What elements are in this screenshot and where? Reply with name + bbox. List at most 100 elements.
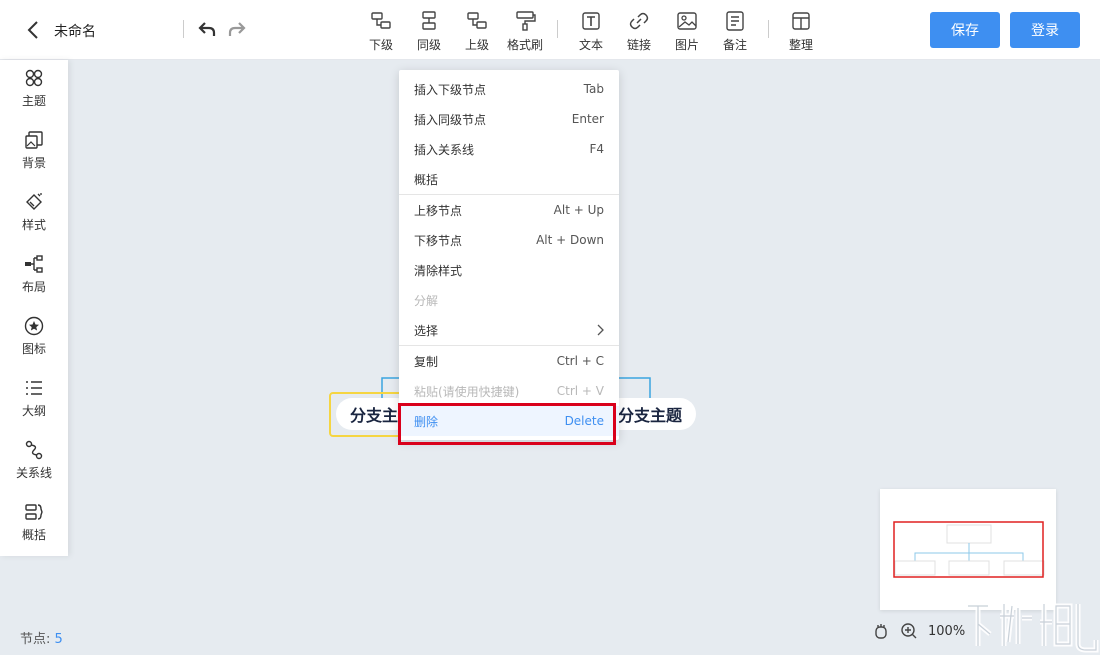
tool-label: 上级 xyxy=(464,38,489,52)
format-brush-icon xyxy=(516,11,536,31)
menu-paste: 粘贴(请使用快捷键) Ctrl + V xyxy=(399,376,619,406)
toolbar-divider xyxy=(768,20,769,38)
tool-text[interactable]: 文本 xyxy=(567,10,615,54)
redo-button[interactable] xyxy=(226,18,248,40)
menu-shortcut: Enter xyxy=(571,112,604,126)
background-icon xyxy=(25,131,43,149)
sidebar-item-theme[interactable]: 主题 xyxy=(0,68,68,124)
theme-icon xyxy=(25,69,43,87)
login-button[interactable]: 登录 xyxy=(1010,12,1080,48)
zoom-in-icon[interactable] xyxy=(900,622,918,640)
menu-insert-child[interactable]: 插入下级节点 Tab xyxy=(399,74,619,104)
toolbar-divider xyxy=(183,20,184,38)
tool-label: 链接 xyxy=(626,38,651,52)
star-icon xyxy=(24,316,44,336)
menu-move-down[interactable]: 下移节点 Alt + Down xyxy=(399,225,619,255)
menu-shortcut: Tab xyxy=(583,82,604,96)
menu-shortcut: Alt + Down xyxy=(536,233,604,247)
chevron-right-icon xyxy=(597,324,604,336)
sidebar-item-outline[interactable]: 大纲 xyxy=(0,378,68,434)
menu-shortcut: F4 xyxy=(589,142,604,156)
context-menu: 插入下级节点 Tab 插入同级节点 Enter 插入关系线 F4 概括 上移节点 Alt… xyxy=(399,70,619,440)
menu-item-label: 下移节点 xyxy=(414,233,463,248)
annotation-highlight-box xyxy=(398,403,616,445)
sidebar-item-label: 布局 xyxy=(21,280,46,294)
tool-insert-sibling[interactable]: 同级 xyxy=(405,10,453,54)
tool-format-brush[interactable]: 格式刷 xyxy=(501,10,549,54)
sidebar-item-label: 主题 xyxy=(21,94,46,108)
sidebar-item-icon[interactable]: 图标 xyxy=(0,316,68,372)
style-icon xyxy=(26,193,42,210)
relation-line-icon xyxy=(25,440,43,460)
sidebar-item-style[interactable]: 样式 xyxy=(0,192,68,248)
menu-insert-sibling[interactable]: 插入同级节点 Enter xyxy=(399,104,619,134)
menu-move-up[interactable]: 上移节点 Alt + Up xyxy=(399,195,619,225)
zoom-controls: 100% xyxy=(872,620,965,642)
menu-clear-style[interactable]: 清除样式 xyxy=(399,255,619,285)
menu-item-label: 分解 xyxy=(414,293,439,308)
toolbar-divider xyxy=(557,20,558,38)
insert-child-icon xyxy=(371,12,391,29)
node-count-value: 5 xyxy=(54,632,63,647)
sidebar-item-layout[interactable]: 布局 xyxy=(0,254,68,310)
layout-icon xyxy=(25,255,43,273)
tool-image[interactable]: 图片 xyxy=(663,10,711,54)
undo-icon xyxy=(198,22,216,36)
sidebar-item-label: 背景 xyxy=(21,156,46,170)
hand-pan-icon[interactable] xyxy=(872,622,890,640)
undo-button[interactable] xyxy=(196,18,218,40)
tool-label: 下级 xyxy=(368,38,393,52)
link-icon xyxy=(629,12,649,30)
tool-note[interactable]: 备注 xyxy=(711,10,759,54)
redo-icon xyxy=(228,22,246,36)
tool-label: 文本 xyxy=(578,38,603,52)
left-sidebar: 主题 背景 样式 布局 图标 大纲 关系线 概括 xyxy=(0,60,68,556)
menu-shortcut: Ctrl + V xyxy=(556,384,604,398)
tool-arrange[interactable]: 整理 xyxy=(777,10,825,54)
tool-label: 图片 xyxy=(674,38,699,52)
menu-shortcut: Ctrl + C xyxy=(556,354,604,368)
tool-label: 备注 xyxy=(722,38,747,52)
tool-label: 格式刷 xyxy=(506,38,543,52)
menu-item-label: 插入同级节点 xyxy=(414,112,487,127)
menu-item-label: 概括 xyxy=(414,172,439,187)
top-toolbar: 未命名 下级 同级 上级 格式刷 文本 链接 图片 备注 整理 保存 登录 xyxy=(0,0,1100,60)
menu-shortcut: Alt + Up xyxy=(553,203,604,217)
tool-link[interactable]: 链接 xyxy=(615,10,663,54)
menu-item-label: 粘贴(请使用快捷键) xyxy=(414,384,520,399)
minimap-preview xyxy=(893,521,1045,578)
tool-label: 整理 xyxy=(788,38,813,52)
menu-insert-relation[interactable]: 插入关系线 F4 xyxy=(399,134,619,164)
document-title[interactable]: 未命名 xyxy=(54,21,96,41)
sidebar-item-summary[interactable]: 概括 xyxy=(0,502,68,558)
menu-item-label: 插入关系线 xyxy=(414,142,475,157)
arrange-icon xyxy=(792,12,810,30)
sidebar-item-label: 图标 xyxy=(21,342,46,356)
back-button[interactable] xyxy=(22,18,44,42)
menu-select[interactable]: 选择 xyxy=(399,315,619,345)
save-button[interactable]: 保存 xyxy=(930,12,1000,48)
menu-item-label: 选择 xyxy=(414,323,439,338)
menu-item-label: 复制 xyxy=(414,354,439,369)
sidebar-item-background[interactable]: 背景 xyxy=(0,130,68,186)
menu-item-label: 清除样式 xyxy=(414,263,463,278)
menu-summary[interactable]: 概括 xyxy=(399,164,619,194)
watermark-logo xyxy=(968,603,1099,653)
node-count: 节点: 5 xyxy=(20,628,63,647)
sidebar-item-label: 关系线 xyxy=(15,466,52,480)
node-count-label: 节点: xyxy=(20,632,51,647)
minimap[interactable] xyxy=(880,489,1056,610)
note-icon xyxy=(726,11,744,31)
tool-insert-parent[interactable]: 上级 xyxy=(453,10,501,54)
insert-sibling-icon xyxy=(422,11,436,30)
text-icon xyxy=(582,12,600,30)
image-icon xyxy=(677,12,697,30)
tool-insert-child[interactable]: 下级 xyxy=(357,10,405,54)
chevron-left-icon xyxy=(27,21,38,39)
outline-icon xyxy=(26,381,42,395)
sidebar-item-relation-line[interactable]: 关系线 xyxy=(0,440,68,496)
sidebar-item-label: 大纲 xyxy=(21,404,46,418)
sidebar-item-label: 样式 xyxy=(21,218,46,232)
menu-item-label: 插入下级节点 xyxy=(414,82,487,97)
menu-copy[interactable]: 复制 Ctrl + C xyxy=(399,346,619,376)
